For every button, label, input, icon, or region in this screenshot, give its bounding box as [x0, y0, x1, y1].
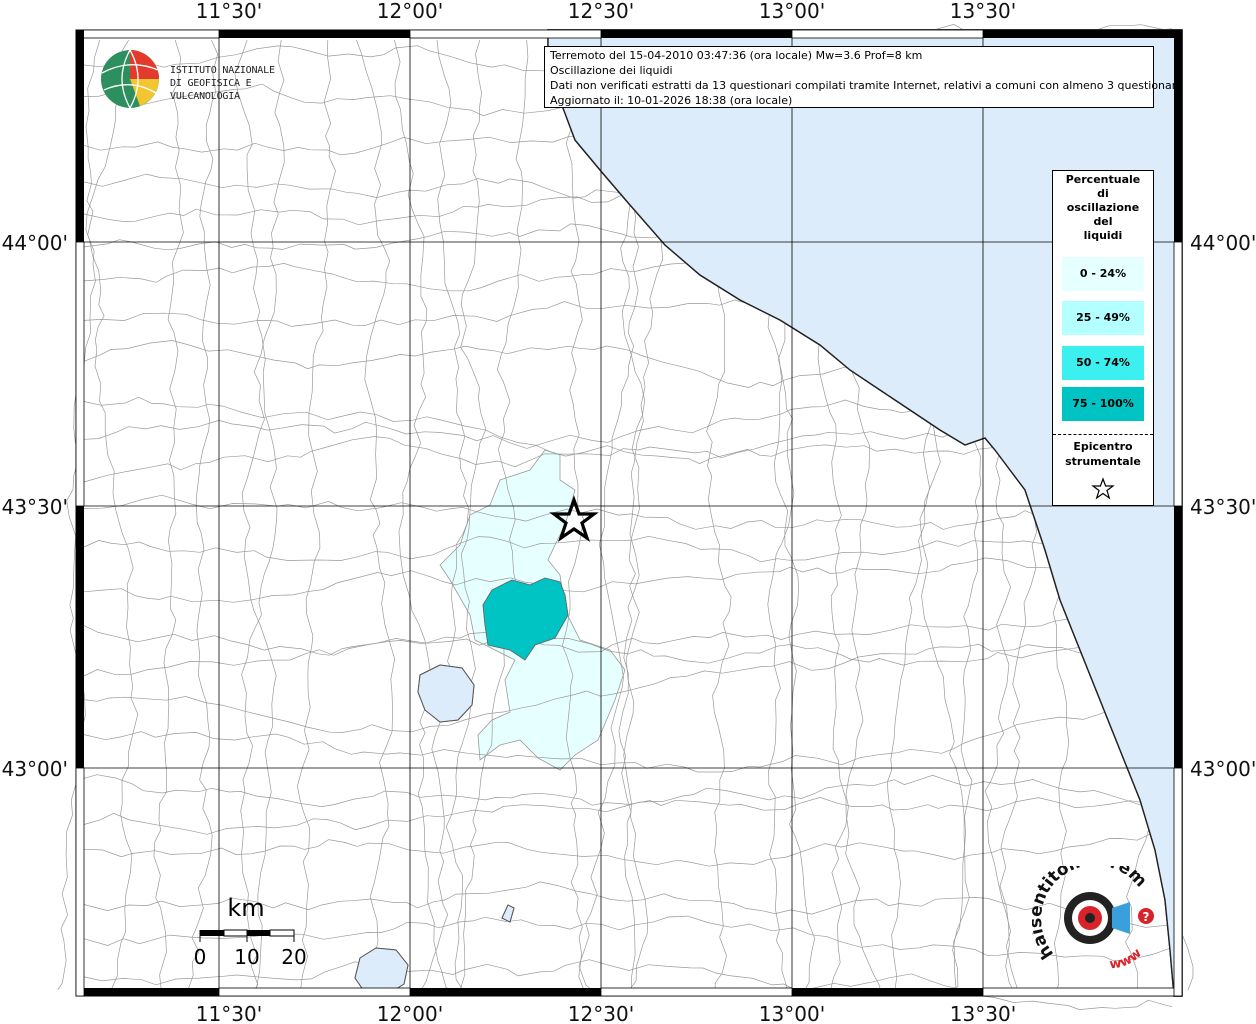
lon-label-bottom-1: 11°30' [196, 1002, 262, 1024]
legend-class-0-24: 0 - 24% [1062, 257, 1144, 291]
hai-sentito-www: www [1109, 946, 1145, 973]
lon-label-top-2: 12°00' [377, 0, 443, 23]
scale-unit: km [227, 894, 264, 922]
lon-label-top-5: 13°30' [950, 0, 1016, 23]
lon-label-top-4: 13°00' [759, 0, 825, 23]
legend-epicenter-label: Epicentro strumentale [1053, 439, 1153, 469]
legend-class-50-74: 50 - 74% [1062, 346, 1144, 380]
lat-label-right-1: 44°00' [1190, 231, 1256, 255]
info-box: Terremoto del 15-04-2010 03:47:36 (ora l… [544, 46, 1183, 108]
hai-sentito-logo-icon: ? haisentitoilterremoto.it www [1026, 850, 1154, 973]
lat-label-left-3: 43°00' [2, 757, 68, 781]
ingv-line1: ISTITUTO NAZIONALE [170, 65, 275, 76]
info-disclaimer: Dati non verificati estratti da 13 quest… [550, 79, 1183, 92]
scale-tick-0: 0 [194, 945, 207, 969]
lat-label-left-2: 43°30' [2, 495, 68, 519]
legend-epicenter-line: strumentale [1065, 455, 1141, 468]
legend-epicenter-line: Epicentro [1073, 440, 1133, 453]
lon-label-bottom-2: 12°00' [377, 1002, 443, 1024]
legend-title-line: di [1097, 187, 1109, 200]
legend-class-75-100: 75 - 100% [1062, 387, 1144, 421]
legend-title-line: del [1093, 215, 1113, 228]
lon-label-top-3: 12°30' [568, 0, 634, 23]
lat-label-left-1: 44°00' [2, 231, 68, 255]
lat-label-right-2: 43°30' [1190, 495, 1256, 519]
lon-label-bottom-3: 12°30' [568, 1002, 634, 1024]
scale-tick-20: 20 [281, 945, 306, 969]
legend-title-line: oscillazione [1066, 201, 1140, 214]
legend-title-line: Percentuale [1065, 173, 1141, 186]
scale-tick-10: 10 [234, 945, 259, 969]
lon-label-bottom-5: 13°30' [950, 1002, 1016, 1024]
legend-class-25-49: 25 - 49% [1062, 301, 1144, 335]
info-updated: Aggiornato il: 10-01-2026 18:38 (ora loc… [550, 94, 793, 107]
legend-title: Percentuale di oscillazione del liquidi [1053, 171, 1153, 243]
ingv-globe-icon [101, 49, 159, 109]
hai-sentito-logo: ? haisentitoilterremoto.it www [1026, 850, 1172, 976]
legend-separator [1053, 434, 1153, 435]
legend-title-line: liquidi [1083, 229, 1123, 242]
info-earthquake: Terremoto del 15-04-2010 03:47:36 (ora l… [550, 49, 923, 62]
lon-label-top-1: 11°30' [196, 0, 262, 23]
lon-label-bottom-4: 13°00' [759, 1002, 825, 1024]
legend-star-icon [1091, 477, 1115, 500]
ingv-logo: ISTITUTO NAZIONALE DI GEOFISICA E VULCAN… [100, 48, 320, 110]
svg-text:?: ? [1143, 910, 1150, 924]
lat-label-right-3: 43°00' [1190, 757, 1256, 781]
info-parameter: Oscillazione dei liquidi [550, 64, 673, 77]
ingv-line2: DI GEOFISICA E VULCANOLOGIA [170, 78, 252, 102]
legend: Percentuale di oscillazione del liquidi … [1052, 170, 1154, 506]
svg-text:www: www [1109, 946, 1145, 973]
